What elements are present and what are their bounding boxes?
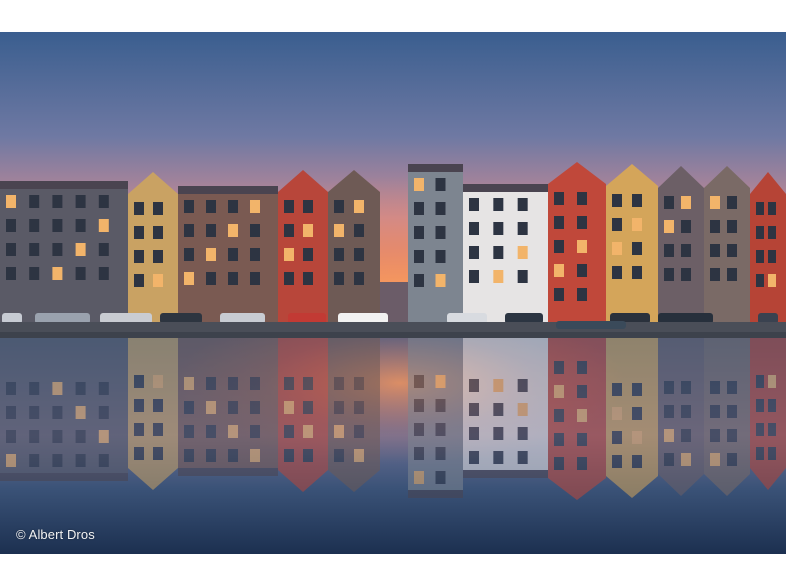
quay-edge xyxy=(0,332,786,338)
photo-frame xyxy=(0,32,786,554)
canal-photo xyxy=(0,32,786,554)
boat xyxy=(556,321,626,329)
photo-credit: © Albert Dros xyxy=(16,527,95,542)
